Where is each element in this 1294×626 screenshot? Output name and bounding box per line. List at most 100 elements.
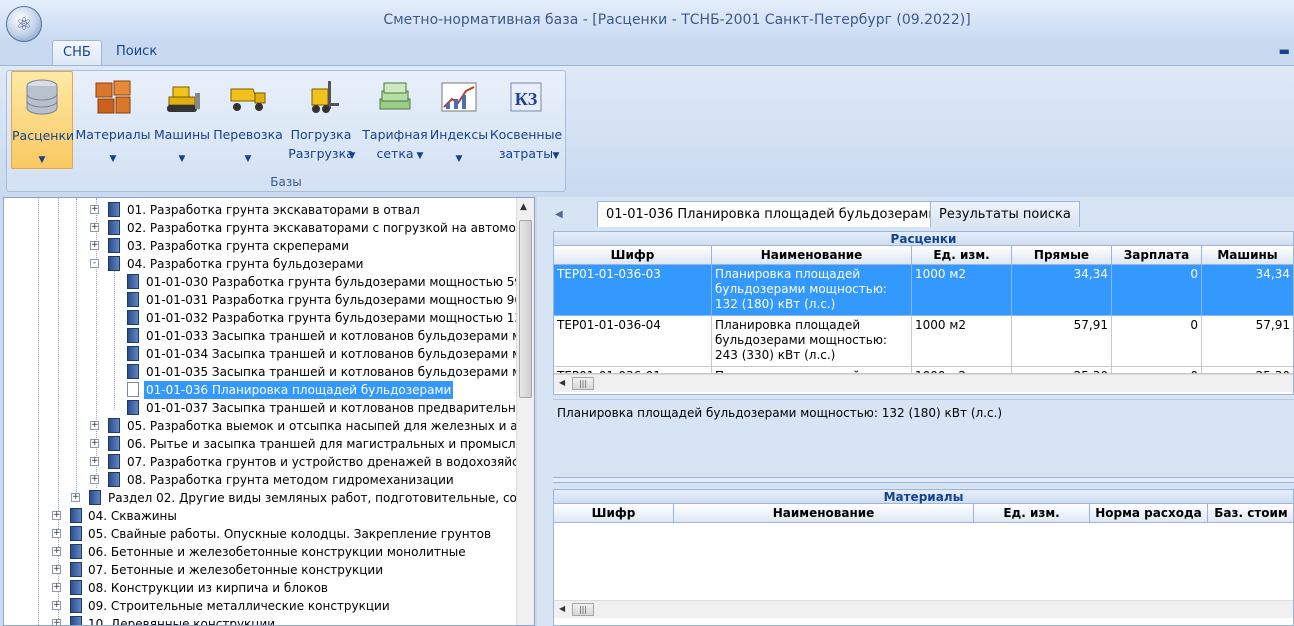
tab-scroll-left-icon[interactable]: ◀ <box>555 209 563 220</box>
expand-icon[interactable]: + <box>90 457 99 466</box>
table-cell-machines: 57,91 <box>1202 316 1293 367</box>
tree-item[interactable]: +08. Разработка грунта методом гидромеха… <box>4 471 516 489</box>
indirect-costs-button[interactable]: КЗ Косвенные затраты ▼ <box>489 71 563 169</box>
rates-grid[interactable]: Расценки Шифр Наименование Ед. изм. Прямые З… <box>553 231 1294 395</box>
table-cell-code: ТЕР01-01-036-03 <box>554 265 712 316</box>
machines-button[interactable]: Машины ▼ <box>151 71 213 169</box>
expand-icon[interactable]: + <box>90 223 99 232</box>
tree-item[interactable]: +06. Бетонные и железобетонные конструкц… <box>4 543 516 561</box>
expand-icon[interactable]: + <box>90 475 99 484</box>
materials-grid-caption: Материалы <box>554 490 1293 504</box>
tree-item[interactable]: 01-01-030 Разработка грунта бульдозерами… <box>4 273 534 291</box>
tab-snb[interactable]: СНБ <box>52 40 102 66</box>
window-title: Сметно-нормативная база - [Расценки - ТС… <box>383 12 971 28</box>
scroll-left-icon[interactable]: ◀ <box>559 378 565 387</box>
expand-icon[interactable]: + <box>90 439 99 448</box>
indexes-button[interactable]: Индексы ▼ <box>429 71 489 169</box>
tree-item[interactable]: 01-01-032 Разработка грунта бульдозерами… <box>4 309 534 327</box>
expand-icon[interactable]: + <box>52 619 61 625</box>
expand-icon[interactable]: + <box>71 493 80 502</box>
scroll-left-icon[interactable]: ◀ <box>559 604 565 613</box>
expand-icon[interactable]: + <box>52 601 61 610</box>
collapse-icon[interactable]: - <box>90 259 99 268</box>
tree-item[interactable]: 01-01-033 Засыпка траншей и котлованов б… <box>4 327 534 345</box>
book-icon <box>70 616 82 625</box>
norm-tree[interactable]: +01. Разработка грунта экскаваторами в о… <box>3 197 535 626</box>
tree-vertical-scrollbar[interactable]: ▲ <box>516 198 534 625</box>
panel-splitter[interactable] <box>537 197 549 626</box>
tree-item[interactable]: +05. Свайные работы. Опускные колодцы. З… <box>4 525 516 543</box>
column-header[interactable]: Ед. изм. <box>912 246 1012 265</box>
tab-planning-document[interactable]: 01-01-036 Планировка площадей бульдозера… <box>597 201 946 227</box>
expand-icon[interactable]: + <box>90 205 99 214</box>
column-header[interactable]: Машины <box>1202 246 1293 265</box>
scroll-up-icon[interactable]: ▲ <box>520 202 527 212</box>
column-header[interactable]: Норма расхода <box>1090 504 1208 523</box>
tree-item[interactable]: +10. Деревянные конструкции <box>4 615 516 626</box>
tree-item[interactable]: +01. Разработка грунта экскаваторами в о… <box>4 201 516 219</box>
tab-search-results[interactable]: Результаты поиска <box>930 201 1080 227</box>
tree-item[interactable]: +02. Разработка грунта экскаваторами с п… <box>4 219 534 237</box>
svg-text:КЗ: КЗ <box>515 89 538 109</box>
panel-separator[interactable] <box>553 477 1294 483</box>
tree-item-label: 01-01-030 Разработка грунта бульдозерами… <box>146 275 535 289</box>
tree-item[interactable]: +07. Бетонные и железобетонные конструкц… <box>4 561 516 579</box>
tree-item-label: 01. Разработка грунта экскаваторами в от… <box>127 203 420 217</box>
tree-item[interactable]: +03. Разработка грунта скреперами <box>4 237 516 255</box>
materials-button[interactable]: Материалы ▼ <box>75 71 151 169</box>
tree-item[interactable]: +04. Скважины <box>4 507 516 525</box>
expand-icon[interactable]: + <box>52 583 61 592</box>
expand-icon[interactable]: + <box>90 421 99 430</box>
tree-item[interactable]: 01-01-035 Засыпка траншей и котлованов б… <box>4 363 534 381</box>
materials-horizontal-scrollbar[interactable]: ◀ ||| <box>554 600 1293 618</box>
column-header[interactable]: Шифр <box>554 246 712 265</box>
expand-icon[interactable]: + <box>52 547 61 556</box>
tree-item[interactable]: 01-01-031 Разработка грунта бульдозерами… <box>4 291 534 309</box>
document-tabs: ◀ 01-01-036 Планировка площадей бульдозе… <box>549 201 1294 227</box>
ribbon-tabs: СНБ Поиск <box>0 40 1294 66</box>
transport-button[interactable]: Перевозка ▼ <box>213 71 283 169</box>
rates-button[interactable]: Расценки ▼ <box>11 71 74 169</box>
column-header[interactable]: Шифр <box>554 504 674 523</box>
tree-item[interactable]: +09. Строительные металлические конструк… <box>4 597 516 615</box>
tariff-button[interactable]: Тарифная сетка ▼ <box>361 71 429 169</box>
materials-grid[interactable]: Материалы Шифр Наименование Ед. изм. Норма … <box>553 489 1294 626</box>
tab-search[interactable]: Поиск <box>106 40 167 66</box>
tree-item[interactable]: +05. Разработка выемок и отсыпка насыпей… <box>4 417 534 435</box>
book-icon <box>70 544 82 559</box>
expand-icon[interactable]: + <box>90 241 99 250</box>
column-header[interactable]: Наименование <box>712 246 912 265</box>
column-header[interactable]: Прямые <box>1012 246 1112 265</box>
tree-item[interactable]: 01-01-037 Засыпка траншей и котлованов п… <box>4 399 534 417</box>
book-icon <box>108 238 120 253</box>
scroll-thumb[interactable]: ||| <box>572 377 594 390</box>
tree-item[interactable]: +07. Разработка грунтов и устройство дре… <box>4 453 534 471</box>
tree-item-label: 10. Деревянные конструкции <box>88 617 276 626</box>
minimize-ribbon-icon[interactable]: ▬ <box>1279 44 1290 58</box>
scroll-thumb[interactable]: ||| <box>572 603 594 616</box>
scroll-thumb[interactable] <box>519 220 532 398</box>
table-cell-unit: 1000 м2 <box>912 316 1012 367</box>
tree-item-label: 04. Разработка грунта бульдозерами <box>127 257 364 271</box>
column-header[interactable]: Зарплата <box>1112 246 1202 265</box>
book-icon <box>108 418 120 433</box>
rates-horizontal-scrollbar[interactable]: ◀ ||| <box>554 374 1293 392</box>
tree-item[interactable]: +08. Конструкции из кирпича и блоков <box>4 579 516 597</box>
tree-item-label: 05. Разработка выемок и отсыпка насыпей … <box>127 419 535 433</box>
column-header[interactable]: Баз. стоим <box>1208 504 1293 523</box>
loading-button[interactable]: Погрузка Разгрузка ▼ <box>283 71 359 169</box>
tree-item[interactable]: +06. Рытье и засыпка траншей для магистр… <box>4 435 534 453</box>
expand-icon[interactable]: + <box>52 529 61 538</box>
tree-item-label: 01-01-033 Засыпка траншей и котлованов б… <box>146 329 535 343</box>
expand-icon[interactable]: + <box>52 511 61 520</box>
expand-icon[interactable]: + <box>52 565 61 574</box>
tree-item[interactable]: 01-01-036 Планировка площадей бульдозера… <box>4 381 516 399</box>
column-header[interactable]: Ед. изм. <box>974 504 1090 523</box>
tree-item[interactable]: - 04. Разработка грунта бульдозерами <box>4 255 516 273</box>
rate-description-panel: Планировка площадей бульдозерами мощност… <box>553 399 1294 471</box>
tree-item[interactable]: + Раздел 02. Другие виды земляных работ, … <box>4 489 534 507</box>
dump-truck-icon <box>230 88 266 111</box>
tree-item[interactable]: 01-01-034 Засыпка траншей и котлованов б… <box>4 345 534 363</box>
column-header[interactable]: Наименование <box>674 504 974 523</box>
money-stack-icon <box>379 82 411 110</box>
